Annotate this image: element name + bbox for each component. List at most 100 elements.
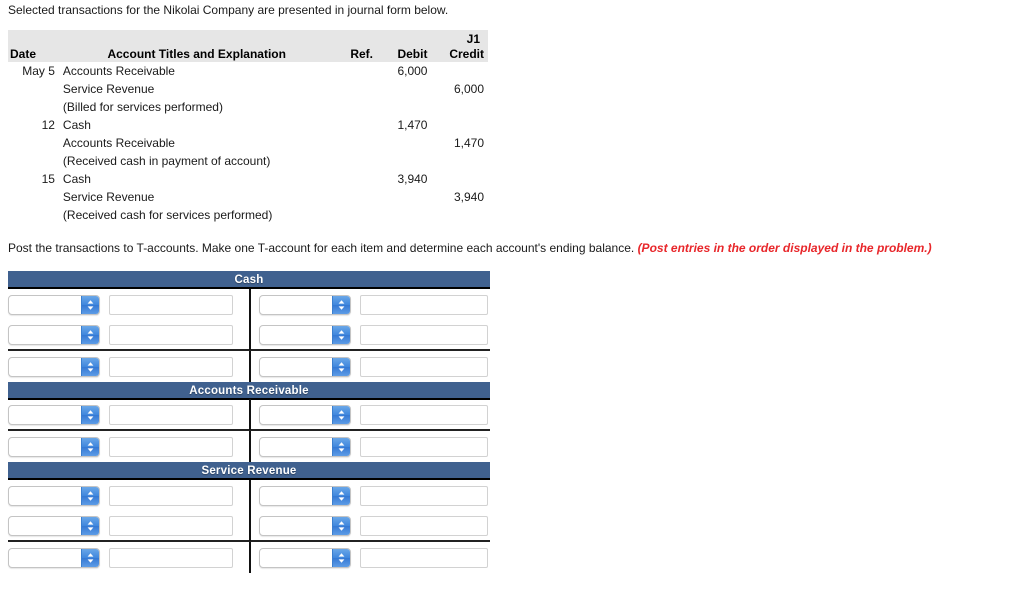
- account-select[interactable]: [8, 436, 100, 457]
- account-select[interactable]: [8, 324, 100, 345]
- journal-cell-date: [8, 80, 63, 98]
- chevron-updown-icon[interactable]: [81, 437, 99, 456]
- chevron-updown-icon[interactable]: [332, 516, 350, 535]
- amount-input[interactable]: [109, 404, 233, 425]
- chevron-updown-icon[interactable]: [332, 357, 350, 376]
- taccount-row: [8, 480, 490, 511]
- chevron-updown-icon[interactable]: [81, 295, 99, 314]
- taccount-left-side: [8, 319, 249, 350]
- journal-header-row: Date Account Titles and Explanation Ref.…: [8, 30, 488, 62]
- journal-cell-credit: [429, 206, 488, 224]
- journal-cell-date: [8, 152, 63, 170]
- journal-cell-ref: [331, 116, 378, 134]
- journal-cell-account: (Received cash in payment of account): [62, 154, 271, 168]
- journal-cell-ref: [331, 98, 378, 116]
- journal-table-body: May 5 Accounts Receivable 6,000 Service Rev…: [8, 62, 488, 224]
- journal-row: 15 Cash 3,940: [8, 170, 488, 188]
- amount-input[interactable]: [109, 515, 233, 536]
- account-select[interactable]: [8, 515, 100, 536]
- account-select[interactable]: [8, 547, 100, 568]
- journal-cell-debit: [377, 152, 429, 170]
- taccount-title: Cash: [8, 271, 490, 289]
- amount-input[interactable]: [109, 324, 233, 345]
- journal-cell-credit: [429, 98, 488, 116]
- chevron-updown-icon[interactable]: [332, 325, 350, 344]
- intro-text: Selected transactions for the Nikolai Co…: [8, 3, 449, 17]
- journal-cell-credit: 3,940: [453, 190, 484, 204]
- amount-input[interactable]: [109, 547, 233, 568]
- taccount-title: Accounts Receivable: [8, 382, 490, 400]
- journal-cell-ref: [331, 134, 378, 152]
- taccount-row: [8, 510, 490, 542]
- amount-input[interactable]: [109, 356, 233, 377]
- chevron-updown-icon[interactable]: [81, 357, 99, 376]
- journal-cell-credit: [429, 152, 488, 170]
- journal-cell-credit: 6,000: [453, 82, 484, 96]
- taccounts-area: Cash Accounts Receivable Service Revenue: [8, 271, 490, 573]
- chevron-updown-icon[interactable]: [81, 516, 99, 535]
- taccount-right-side: [249, 319, 490, 350]
- account-select[interactable]: [259, 485, 351, 506]
- account-select[interactable]: [8, 485, 100, 506]
- amount-input[interactable]: [360, 515, 488, 536]
- column-header-account: Account Titles and Explanation: [62, 30, 331, 62]
- account-select[interactable]: [8, 294, 100, 315]
- journal-cell-account: Service Revenue: [62, 82, 155, 96]
- amount-input[interactable]: [360, 356, 488, 377]
- amount-input[interactable]: [109, 485, 233, 506]
- instruction-main: Post the transactions to T-accounts. Mak…: [8, 241, 638, 255]
- journal-row: (Received cash in payment of account): [8, 152, 488, 170]
- journal-cell-ref: [331, 152, 378, 170]
- journal-cell-account: Cash: [62, 172, 91, 186]
- chevron-updown-icon[interactable]: [332, 295, 350, 314]
- account-select[interactable]: [259, 324, 351, 345]
- chevron-updown-icon[interactable]: [332, 548, 350, 567]
- amount-input[interactable]: [360, 436, 488, 457]
- chevron-updown-icon[interactable]: [332, 437, 350, 456]
- column-header-credit: J1 Credit: [429, 30, 488, 62]
- journal-cell-account: Accounts Receivable: [62, 64, 175, 78]
- taccount-row: [8, 289, 490, 320]
- chevron-updown-icon[interactable]: [81, 405, 99, 424]
- journal-cell-account: (Billed for services performed): [62, 100, 223, 114]
- account-select[interactable]: [259, 436, 351, 457]
- journal-table: Date Account Titles and Explanation Ref.…: [8, 30, 488, 224]
- taccount-row: [8, 319, 490, 351]
- amount-input[interactable]: [360, 294, 488, 315]
- chevron-updown-icon[interactable]: [81, 486, 99, 505]
- account-select[interactable]: [259, 404, 351, 425]
- amount-input[interactable]: [360, 485, 488, 506]
- taccount-right-side: [249, 289, 490, 320]
- chevron-updown-icon[interactable]: [332, 486, 350, 505]
- journal-page-ref: J1: [466, 32, 480, 46]
- journal-cell-date: May 5: [22, 64, 55, 78]
- chevron-updown-icon[interactable]: [81, 548, 99, 567]
- taccount-left-side: [8, 289, 249, 320]
- chevron-updown-icon[interactable]: [332, 405, 350, 424]
- account-select[interactable]: [8, 356, 100, 377]
- journal-cell-debit: [377, 134, 429, 152]
- account-select[interactable]: [259, 356, 351, 377]
- journal-cell-credit: [429, 62, 488, 80]
- amount-input[interactable]: [109, 436, 233, 457]
- journal-cell-debit: 3,940: [397, 172, 428, 186]
- journal-cell-ref: [331, 170, 378, 188]
- account-select[interactable]: [8, 404, 100, 425]
- amount-input[interactable]: [360, 547, 488, 568]
- instruction-text: Post the transactions to T-accounts. Mak…: [8, 241, 932, 256]
- account-select[interactable]: [259, 547, 351, 568]
- taccount-right-side: [249, 351, 490, 382]
- journal-row: (Billed for services performed): [8, 98, 488, 116]
- taccount-title: Service Revenue: [8, 462, 490, 480]
- amount-input[interactable]: [109, 294, 233, 315]
- journal-cell-debit: [377, 188, 429, 206]
- taccount: Accounts Receivable: [8, 382, 490, 462]
- taccount-right-side: [249, 510, 490, 541]
- amount-input[interactable]: [360, 404, 488, 425]
- column-header-date: Date: [8, 30, 63, 62]
- account-select[interactable]: [259, 515, 351, 536]
- account-select[interactable]: [259, 294, 351, 315]
- amount-input[interactable]: [360, 324, 488, 345]
- chevron-updown-icon[interactable]: [81, 325, 99, 344]
- problem-page: Selected transactions for the Nikolai Co…: [0, 0, 1024, 595]
